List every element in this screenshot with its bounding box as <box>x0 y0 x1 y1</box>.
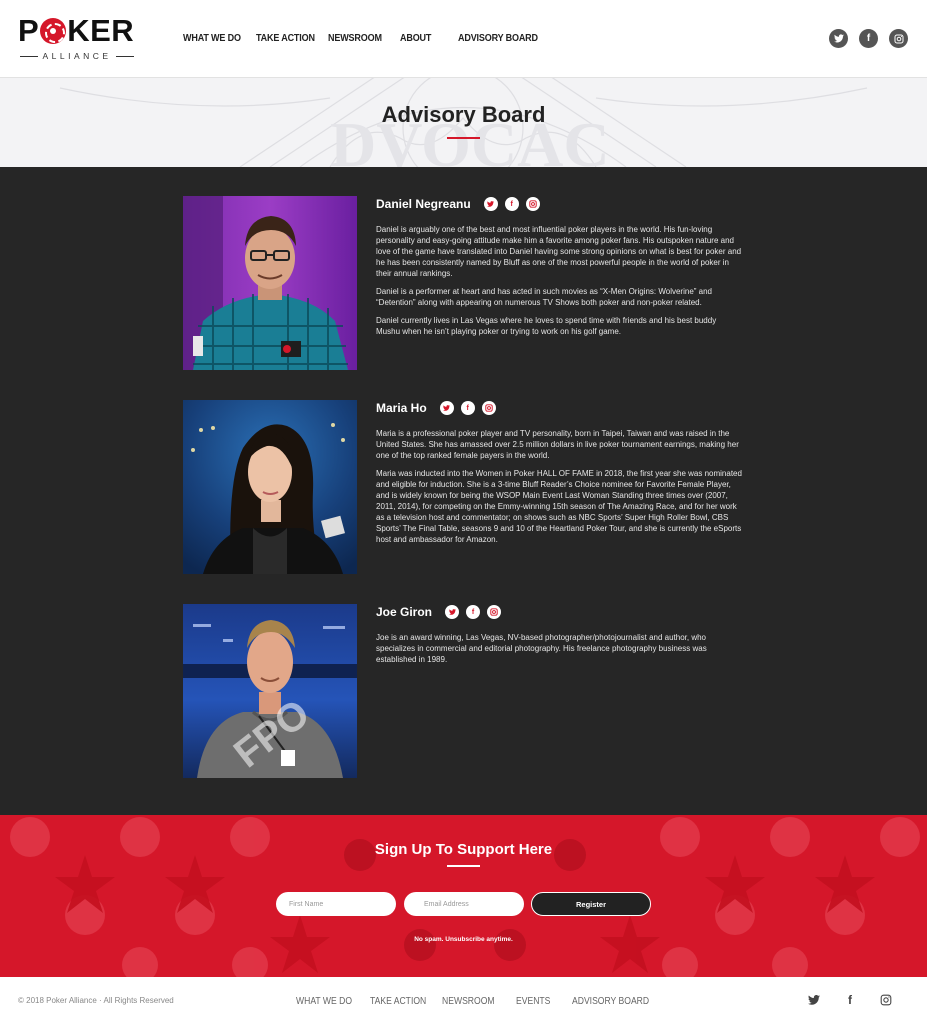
bio-paragraph: Daniel currently lives in Las Vegas wher… <box>376 316 717 336</box>
member-name: Joe Giron <box>376 605 433 619</box>
footer-nav-events[interactable]: EVENTS <box>516 996 550 1007</box>
member-card-daniel-negreanu: Daniel Negreanu f Daniel is arguably one… <box>183 196 743 370</box>
poker-alliance-logo[interactable]: P KER ALLIANCE <box>18 14 136 62</box>
nav-item-what-we-do[interactable]: WHAT WE DO <box>183 32 241 44</box>
bio-paragraph: Daniel is a performer at heart and has a… <box>376 287 713 307</box>
header-social-links: f <box>829 29 908 48</box>
logo-subtitle: ALLIANCE <box>42 51 112 61</box>
member-photo <box>183 400 357 574</box>
twitter-icon[interactable] <box>829 29 848 48</box>
logo-letters-ker: KER <box>67 13 135 48</box>
first-name-input[interactable]: First Name <box>276 892 396 916</box>
logo-divider <box>20 55 39 57</box>
email-address-input[interactable]: Email Address <box>404 892 524 916</box>
signup-title-underline <box>447 865 480 867</box>
member-photo: FPO <box>183 604 357 778</box>
member-bio: Daniel Negreanu f Daniel is arguably one… <box>376 196 742 344</box>
bio-paragraph: Maria was inducted into the Women in Pok… <box>376 469 742 544</box>
title-underline <box>447 137 480 139</box>
site-header: P KER ALLIANCE WHAT WE DO TAKE ACTION NE… <box>0 0 927 78</box>
member-social-links: f <box>483 197 540 211</box>
instagram-icon[interactable] <box>481 401 496 415</box>
footer-social-links: f <box>806 992 894 1008</box>
instagram-icon[interactable] <box>889 29 908 48</box>
bio-paragraph: Daniel is arguably one of the best and m… <box>376 225 742 278</box>
nav-item-newsroom[interactable]: NEWSROOM <box>328 32 382 44</box>
no-spam-note: No spam. Unsubscribe anytime. <box>414 936 513 943</box>
footer-nav-advisory-board[interactable]: ADVISORY BOARD <box>572 996 649 1007</box>
site-footer: © 2018 Poker Alliance · All Rights Reser… <box>0 977 927 1024</box>
signup-title: Sign Up To Support Here <box>374 841 553 858</box>
bio-paragraph: Maria is a professional poker player and… <box>376 429 739 460</box>
instagram-icon[interactable] <box>487 605 502 619</box>
facebook-icon[interactable]: f <box>466 605 481 619</box>
member-card-joe-giron: FPO Joe Giron f Joe is an award winning,… <box>183 604 743 778</box>
member-card-maria-ho: Maria Ho f Maria is a professional poker… <box>183 400 743 574</box>
twitter-icon[interactable] <box>483 197 498 211</box>
footer-nav-take-action[interactable]: TAKE ACTION <box>370 996 426 1007</box>
member-name: Daniel Negreanu <box>376 197 471 211</box>
nav-item-about[interactable]: ABOUT <box>400 32 431 44</box>
instagram-icon[interactable] <box>878 992 894 1008</box>
page-hero: DVOCAC Advisory Board <box>0 78 927 167</box>
member-bio: Maria Ho f Maria is a professional poker… <box>376 400 742 552</box>
footer-nav-newsroom[interactable]: NEWSROOM <box>442 996 495 1007</box>
member-bio: Joe Giron f Joe is an award winning, Las… <box>376 604 742 672</box>
register-button[interactable]: Register <box>531 892 651 916</box>
footer-nav-what-we-do[interactable]: WHAT WE DO <box>296 996 352 1007</box>
member-photo <box>183 196 357 370</box>
member-social-links: f <box>445 605 502 619</box>
facebook-icon[interactable]: f <box>504 197 519 211</box>
advisory-board-section: Daniel Negreanu f Daniel is arguably one… <box>0 167 927 815</box>
copyright-text: © 2018 Poker Alliance · All Rights Reser… <box>18 996 174 1005</box>
facebook-icon[interactable]: f <box>460 401 475 415</box>
signup-section: Sign Up To Support Here First Name Email… <box>0 815 927 977</box>
facebook-icon[interactable]: f <box>842 992 858 1008</box>
nav-item-take-action[interactable]: TAKE ACTION <box>256 32 315 44</box>
facebook-icon[interactable]: f <box>859 29 878 48</box>
instagram-icon[interactable] <box>525 197 540 211</box>
logo-letter-p: P <box>18 13 40 48</box>
poker-chip-icon <box>40 18 67 44</box>
twitter-icon[interactable] <box>445 605 460 619</box>
page-title: Advisory Board <box>381 102 546 127</box>
nav-item-advisory-board[interactable]: ADVISORY BOARD <box>458 32 538 44</box>
member-name: Maria Ho <box>376 401 427 415</box>
twitter-icon[interactable] <box>439 401 454 415</box>
twitter-icon[interactable] <box>806 992 822 1008</box>
bio-paragraph: Joe is an award winning, Las Vegas, NV-b… <box>376 633 707 664</box>
logo-divider <box>115 55 134 57</box>
member-social-links: f <box>439 401 496 415</box>
